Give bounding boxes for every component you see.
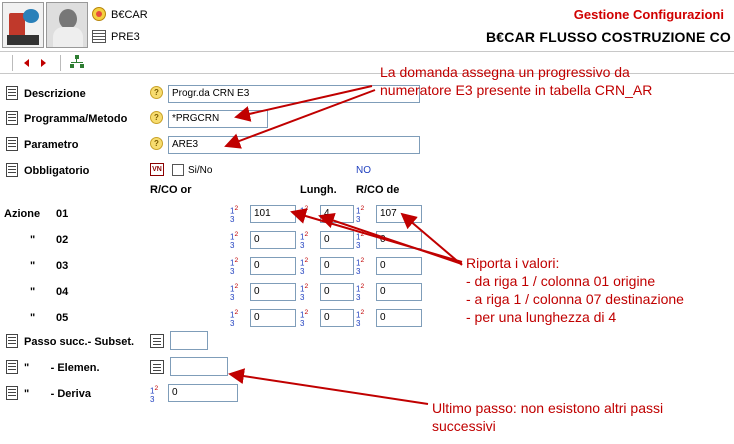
azione-de-field[interactable]: 107 bbox=[376, 205, 422, 223]
next-arrow-icon[interactable] bbox=[41, 59, 46, 67]
document-icon bbox=[6, 360, 18, 374]
help-icon[interactable]: ? bbox=[150, 86, 163, 99]
azione-len-field[interactable]: 4 bbox=[320, 205, 354, 223]
elemen-field[interactable] bbox=[170, 357, 228, 376]
azione-len-field[interactable]: 0 bbox=[320, 283, 354, 301]
azione-label: " bbox=[30, 260, 36, 272]
select-list-icon[interactable] bbox=[150, 360, 164, 374]
obbligatorio-label: Obbligatorio bbox=[24, 165, 90, 177]
col-header-lungh: Lungh. bbox=[300, 184, 337, 196]
document-icon bbox=[6, 163, 18, 177]
annotation-top: La domanda assegna un progressivo da num… bbox=[380, 64, 653, 98]
toolbar-divider bbox=[60, 55, 61, 71]
azione-label: Azione bbox=[4, 208, 41, 220]
document-icon bbox=[6, 111, 18, 125]
user-photo bbox=[46, 2, 88, 48]
app-code: B€CAR bbox=[111, 9, 148, 21]
azione-de-field[interactable]: 0 bbox=[376, 309, 422, 327]
elemen-label: " - Elemen. bbox=[24, 362, 100, 374]
azione-number: 04 bbox=[56, 286, 69, 298]
azione-or-field[interactable]: 0 bbox=[250, 309, 296, 327]
azione-de-field[interactable]: 0 bbox=[376, 283, 422, 301]
col-header-rco-de: R/CO de bbox=[356, 184, 400, 196]
col-header-rco-or: R/CO or bbox=[150, 184, 192, 196]
deriva-label: " - Deriva bbox=[24, 388, 91, 400]
numeric-icon: 12 3 bbox=[230, 257, 239, 276]
select-list-icon[interactable] bbox=[150, 334, 164, 348]
yes-no-icon: VN bbox=[150, 163, 164, 176]
descrizione-label: Descrizione bbox=[24, 88, 86, 100]
obbligatorio-checkbox[interactable] bbox=[172, 164, 184, 176]
numeric-icon: 12 3 bbox=[300, 283, 309, 302]
azione-or-field[interactable]: 0 bbox=[250, 231, 296, 249]
numeric-icon: 12 3 bbox=[230, 309, 239, 328]
help-icon[interactable]: ? bbox=[150, 137, 163, 150]
document-icon bbox=[6, 334, 18, 348]
prev-arrow-icon[interactable] bbox=[24, 59, 29, 67]
header-bar: B€CAR PRE3 Gestione Configurazioni B€CAR… bbox=[0, 0, 734, 52]
azione-number: 01 bbox=[56, 208, 69, 220]
parametro-label: Parametro bbox=[24, 139, 79, 151]
azione-label: " bbox=[30, 234, 36, 246]
annotation-middle: Riporta i valori: - da riga 1 / colonna … bbox=[466, 255, 684, 325]
numeric-icon: 12 3 bbox=[150, 385, 159, 404]
programma-label: Programma/Metodo bbox=[24, 113, 128, 125]
document-icon bbox=[6, 386, 18, 400]
azione-or-field[interactable]: 101 bbox=[250, 205, 296, 223]
programma-field[interactable]: *PRGCRN bbox=[168, 110, 268, 128]
azione-number: 05 bbox=[56, 312, 69, 324]
azione-len-field[interactable]: 0 bbox=[320, 309, 354, 327]
numeric-icon: 12 3 bbox=[230, 231, 239, 250]
numeric-icon: 12 3 bbox=[300, 309, 309, 328]
grid-icon[interactable] bbox=[92, 30, 106, 43]
azione-label: " bbox=[30, 286, 36, 298]
checkbox-label: Si/No bbox=[188, 165, 213, 176]
sub-code: PRE3 bbox=[111, 31, 140, 43]
passo-label: Passo succ.- Subset. bbox=[24, 336, 135, 348]
app-icon[interactable] bbox=[92, 7, 106, 21]
numeric-icon: 12 3 bbox=[356, 231, 365, 250]
toolbar-divider bbox=[12, 55, 13, 71]
app-title: Gestione Configurazioni bbox=[573, 7, 724, 22]
numeric-icon: 12 3 bbox=[356, 257, 365, 276]
numeric-icon: 12 3 bbox=[356, 309, 365, 328]
azione-len-field[interactable]: 0 bbox=[320, 257, 354, 275]
document-icon bbox=[6, 86, 18, 100]
azione-number: 02 bbox=[56, 234, 69, 246]
numeric-icon: 12 3 bbox=[230, 283, 239, 302]
parametro-field[interactable]: ARE3 bbox=[168, 136, 420, 154]
azione-de-field[interactable]: 0 bbox=[376, 257, 422, 275]
azione-len-field[interactable]: 0 bbox=[320, 231, 354, 249]
azione-de-field[interactable]: 0 bbox=[376, 231, 422, 249]
numeric-icon: 12 3 bbox=[356, 283, 365, 302]
document-icon bbox=[6, 137, 18, 151]
numeric-icon: 12 3 bbox=[300, 231, 309, 250]
arrow-to-elemen bbox=[228, 368, 429, 405]
deriva-field[interactable]: 0 bbox=[168, 384, 238, 402]
page-title: B€CAR FLUSSO COSTRUZIONE CO bbox=[486, 29, 731, 45]
annotation-bottom: Ultimo passo: non esistono altri passi s… bbox=[432, 400, 664, 434]
azione-or-field[interactable]: 0 bbox=[250, 257, 296, 275]
app-logo bbox=[2, 2, 44, 48]
azione-or-field[interactable]: 0 bbox=[250, 283, 296, 301]
numeric-icon: 12 3 bbox=[230, 205, 239, 224]
azione-label: " bbox=[30, 312, 36, 324]
obbligatorio-value: NO bbox=[356, 165, 371, 176]
passo-field[interactable] bbox=[170, 331, 208, 350]
tree-icon[interactable] bbox=[70, 55, 84, 69]
numeric-icon: 12 3 bbox=[300, 205, 309, 224]
help-icon[interactable]: ? bbox=[150, 111, 163, 124]
numeric-icon: 12 3 bbox=[356, 205, 365, 224]
numeric-icon: 12 3 bbox=[300, 257, 309, 276]
azione-number: 03 bbox=[56, 260, 69, 272]
